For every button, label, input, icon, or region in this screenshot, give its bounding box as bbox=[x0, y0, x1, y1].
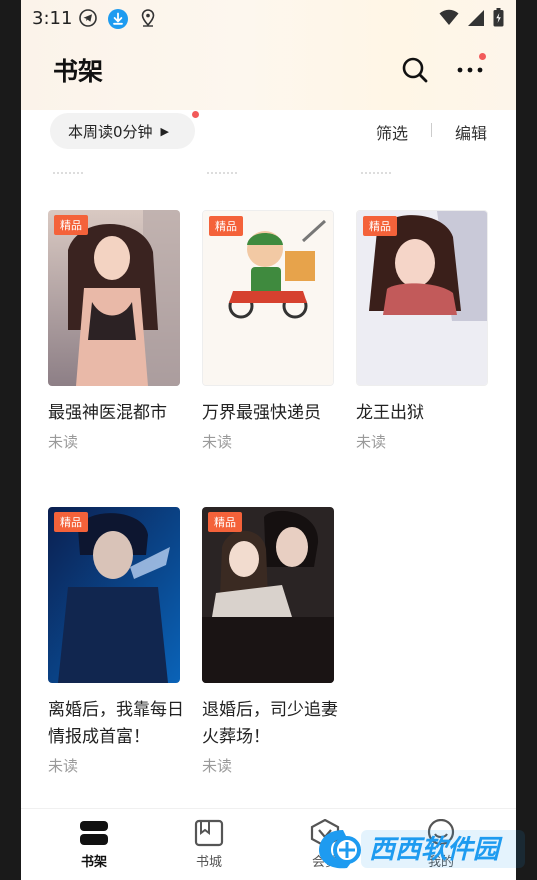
signal-icon bbox=[468, 9, 484, 26]
book-item[interactable]: 精品 龙王出狱 未读 bbox=[356, 210, 490, 452]
premium-badge: 精品 bbox=[209, 216, 243, 236]
nav-label: 书城 bbox=[195, 855, 222, 870]
wifi-icon bbox=[439, 9, 459, 25]
nav-label: 书架 bbox=[80, 855, 107, 870]
book-item[interactable]: 精品 退婚后，司少追妻火葬场！ 未读 bbox=[202, 507, 338, 776]
triangle-right-icon: ▶ bbox=[160, 124, 170, 138]
book-item[interactable]: 精品 最强神医混都市 未读 bbox=[48, 210, 182, 452]
book-cover-art bbox=[203, 211, 333, 385]
book-read-status: 未读 bbox=[48, 433, 79, 451]
weekly-reading-time-button[interactable]: 本周读0分钟 ▶ bbox=[50, 113, 195, 149]
bookshelf-icon bbox=[80, 821, 108, 845]
scrolled-content-edge bbox=[21, 172, 516, 180]
book-cover-art bbox=[202, 507, 334, 683]
premium-badge: 精品 bbox=[54, 512, 88, 532]
watermark-logo: 西西软件园 bbox=[319, 830, 525, 869]
more-icon[interactable] bbox=[455, 56, 485, 84]
reading-notification-dot bbox=[192, 111, 199, 118]
watermark-text: 西西软件园 bbox=[369, 835, 503, 865]
phone-screen: 3:11 书架 本周读0分钟 ▶ 筛选 编辑 精品 最强神医混都市 未读 精品 … bbox=[21, 0, 516, 880]
status-time: 3:11 bbox=[32, 8, 73, 29]
download-icon bbox=[108, 9, 128, 29]
book-title[interactable]: 万界最强快递员 bbox=[202, 400, 342, 427]
battery-icon bbox=[493, 8, 504, 27]
premium-badge: 精品 bbox=[54, 215, 88, 235]
bookstore-icon bbox=[194, 819, 224, 847]
book-cover[interactable]: 精品 bbox=[202, 210, 334, 386]
location-icon bbox=[141, 9, 155, 27]
book-read-status: 未读 bbox=[202, 433, 233, 451]
book-item[interactable]: 精品 离婚后，我靠每日情报成首富！ 未读 bbox=[48, 507, 184, 776]
edit-button[interactable]: 编辑 bbox=[455, 120, 487, 144]
premium-badge: 精品 bbox=[208, 512, 242, 532]
more-notification-dot bbox=[479, 53, 486, 60]
book-cover[interactable]: 精品 bbox=[48, 210, 180, 386]
book-cover-art bbox=[48, 507, 180, 683]
book-cover[interactable]: 精品 bbox=[202, 507, 334, 683]
premium-badge: 精品 bbox=[363, 216, 397, 236]
book-cover-art bbox=[48, 210, 180, 386]
book-item[interactable]: 精品 万界最强快递员 未读 bbox=[202, 210, 336, 452]
book-read-status: 未读 bbox=[48, 757, 79, 775]
status-bar: 3:11 bbox=[21, 0, 516, 36]
book-read-status: 未读 bbox=[356, 433, 387, 451]
book-title[interactable]: 龙王出狱 bbox=[356, 400, 496, 427]
filter-button[interactable]: 筛选 bbox=[376, 120, 408, 144]
nav-item-bookstore[interactable]: 书城 bbox=[179, 819, 239, 870]
toolbar-divider bbox=[431, 123, 432, 137]
telegram-icon bbox=[79, 9, 97, 27]
book-title[interactable]: 离婚后，我靠每日情报成首富！ bbox=[48, 697, 188, 751]
search-icon[interactable] bbox=[401, 56, 429, 84]
book-title[interactable]: 退婚后，司少追妻火葬场！ bbox=[202, 697, 342, 751]
nav-item-bookshelf[interactable]: 书架 bbox=[64, 819, 124, 870]
book-cover-art bbox=[357, 211, 487, 385]
book-cover[interactable]: 精品 bbox=[356, 210, 488, 386]
book-read-status: 未读 bbox=[202, 757, 233, 775]
book-cover[interactable]: 精品 bbox=[48, 507, 180, 683]
weekly-reading-time-label: 本周读0分钟 bbox=[68, 122, 153, 141]
book-title[interactable]: 最强神医混都市 bbox=[48, 400, 188, 427]
status-right-icons bbox=[439, 8, 504, 27]
page-title: 书架 bbox=[53, 57, 104, 86]
